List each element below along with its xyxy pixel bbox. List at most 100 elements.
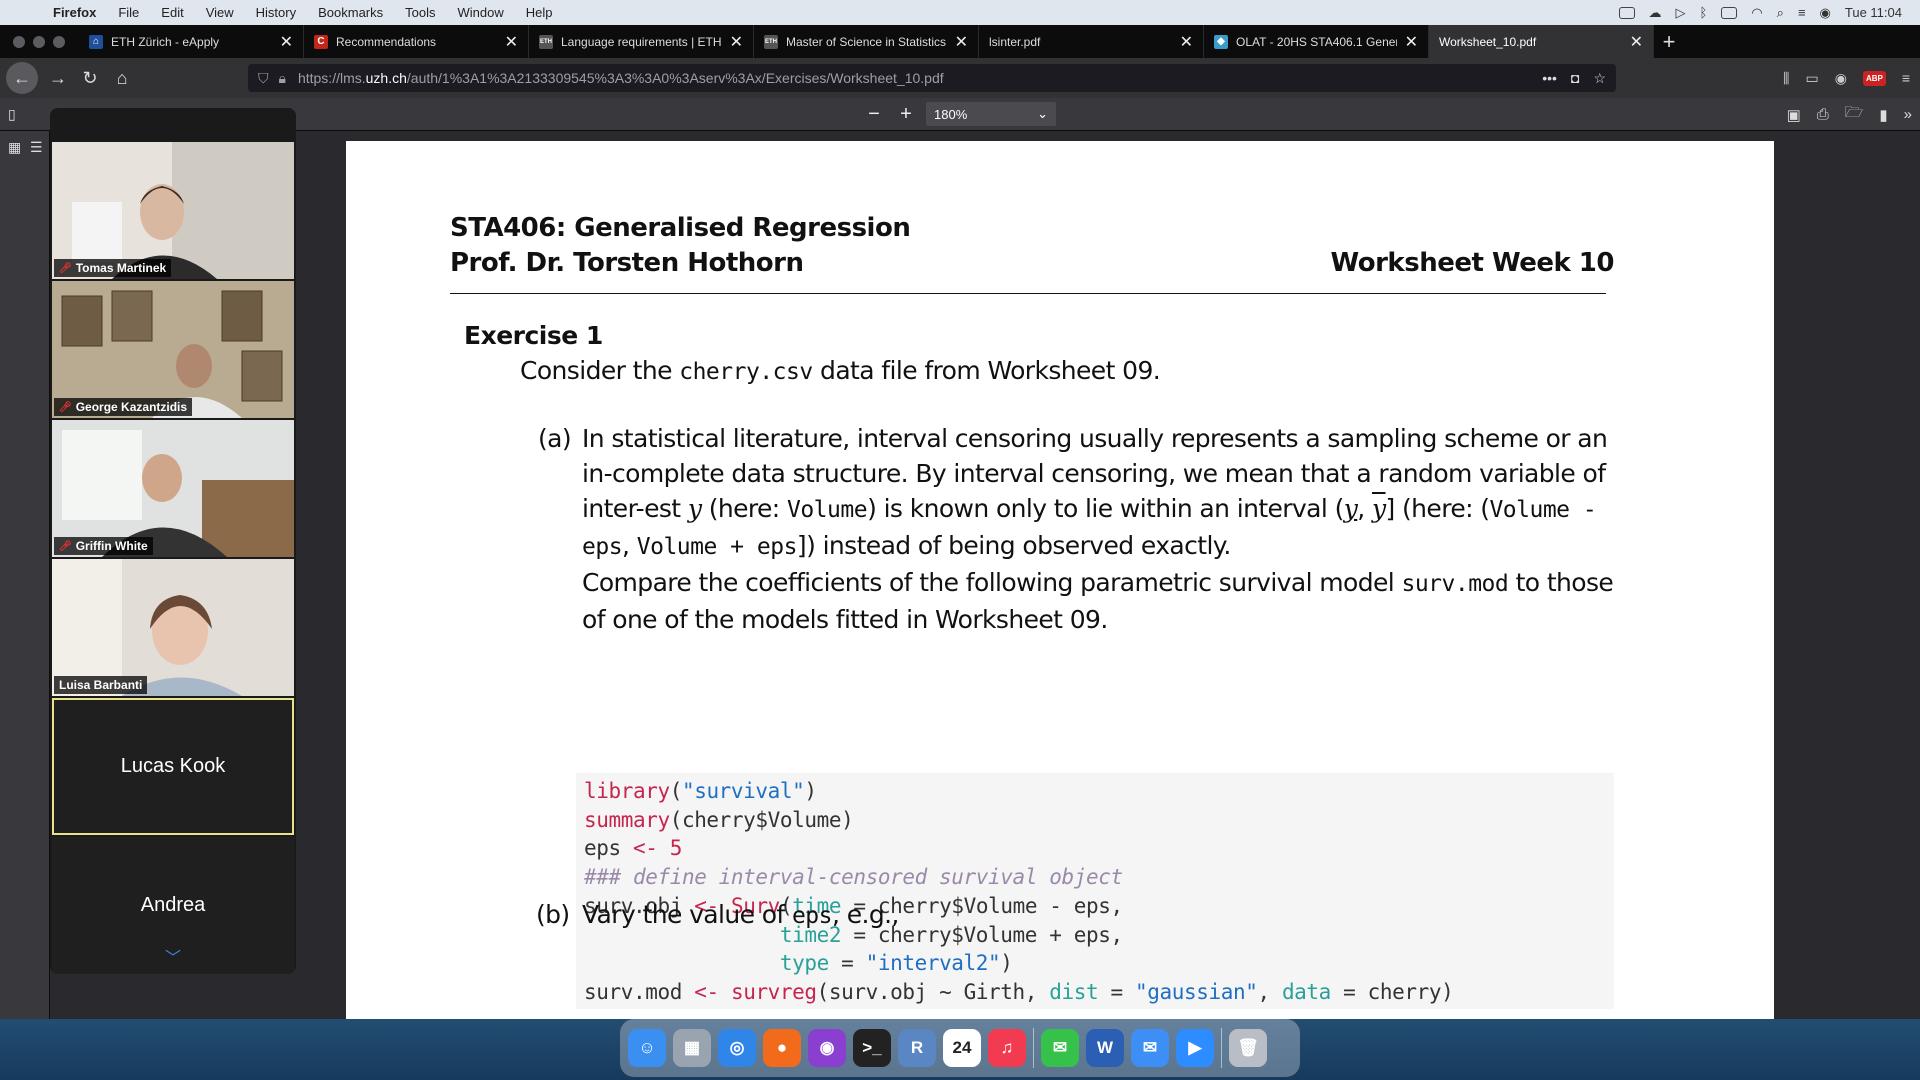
- tab-olat[interactable]: ◆ OLAT - 20HS STA406.1 General ✕: [1204, 25, 1429, 58]
- sidebar-toggle-icon[interactable]: ▯: [8, 106, 16, 123]
- siri-icon[interactable]: ◉: [1820, 5, 1831, 21]
- zoom-panel-topbar[interactable]: [50, 108, 296, 142]
- minimize-window-button[interactable]: [33, 35, 45, 48]
- menu-view[interactable]: View: [195, 5, 245, 20]
- close-tab-icon[interactable]: ✕: [1405, 32, 1418, 52]
- menu-help[interactable]: Help: [515, 5, 564, 20]
- thumbnail-sidebar: ▦ ☰: [0, 131, 50, 1019]
- zoom-out-button[interactable]: −: [862, 102, 886, 126]
- menu-history[interactable]: History: [245, 5, 307, 20]
- recommendations-favicon-icon: C: [314, 34, 328, 49]
- zoom-in-button[interactable]: +: [894, 102, 918, 126]
- home-button[interactable]: ⌂: [106, 62, 138, 94]
- dock-trash-icon[interactable]: 🗑: [1229, 1029, 1267, 1067]
- url-prefix: https://lms.: [297, 70, 366, 86]
- zoom-status-icon[interactable]: [1618, 6, 1635, 19]
- close-window-button[interactable]: [13, 35, 25, 48]
- close-tab-icon[interactable]: ✕: [955, 32, 968, 52]
- course-title: STA406: Generalised Regression: [450, 213, 911, 243]
- pdf-toolbar-right: ▣ ⎙ 🗁︎ ▮ »: [1787, 98, 1912, 131]
- menu-app-name[interactable]: Firefox: [42, 5, 107, 20]
- presentation-mode-icon[interactable]: ▣: [1787, 106, 1801, 124]
- library-icon[interactable]: ⫼: [1783, 70, 1789, 87]
- url-text[interactable]: https://lms.uzh.ch/auth/1%3A1%3A21333095…: [298, 70, 1542, 86]
- tab-lsinter-pdf[interactable]: lsinter.pdf ✕: [979, 25, 1204, 58]
- control-center-icon[interactable]: ≡: [1798, 5, 1806, 20]
- dock-firefox-icon[interactable]: ●: [763, 1029, 801, 1067]
- close-tab-icon[interactable]: ✕: [1180, 32, 1193, 52]
- spotlight-search-icon[interactable]: ⌕: [1777, 5, 1784, 21]
- thumbnails-icon[interactable]: ▦: [8, 139, 21, 156]
- tab-recommendations[interactable]: C Recommendations ✕: [304, 25, 529, 58]
- menu-bookmarks[interactable]: Bookmarks: [307, 5, 394, 20]
- participant-tile-lucas[interactable]: Lucas Kook: [52, 698, 294, 835]
- dock-podcasts-icon[interactable]: ◉: [808, 1029, 846, 1067]
- dock-launchpad-icon[interactable]: ▦: [673, 1029, 711, 1067]
- scroll-down-chevron-icon[interactable]: ﹀: [50, 944, 296, 968]
- dock-messages-icon[interactable]: ✉: [1041, 1029, 1079, 1067]
- tab-language-requirements[interactable]: ETH Language requirements | ETH Z ✕: [529, 25, 754, 58]
- tools-menu-icon[interactable]: »: [1904, 106, 1912, 123]
- cloud-icon[interactable]: ☁: [1649, 5, 1662, 21]
- outline-icon[interactable]: ☰: [30, 139, 43, 156]
- dock-separator: [1221, 1028, 1222, 1068]
- maximize-window-button[interactable]: [53, 35, 65, 48]
- dock-word-icon[interactable]: W: [1086, 1029, 1124, 1067]
- participant-name-tag: 🎤︎ Tomas Martinek: [54, 259, 172, 277]
- menu-file[interactable]: File: [107, 5, 150, 20]
- dock-r-icon[interactable]: R: [898, 1029, 936, 1067]
- lock-icon[interactable]: 🔒︎: [279, 70, 286, 87]
- chevron-down-icon: ⌄: [1037, 106, 1048, 121]
- adblock-plus-icon[interactable]: ABP: [1862, 70, 1886, 86]
- participant-video-george[interactable]: 🎤︎ George Kazantzidis: [52, 281, 294, 418]
- toolbar-right: ⫼ ▭ ◉ ABP ≡: [1783, 58, 1910, 98]
- menu-edit[interactable]: Edit: [150, 5, 194, 20]
- muted-mic-icon: 🎤︎: [59, 401, 72, 413]
- dock-safari-icon[interactable]: ◎: [718, 1029, 756, 1067]
- battery-icon[interactable]: [1721, 6, 1738, 19]
- dock-zoom-icon[interactable]: ▶: [1176, 1029, 1214, 1067]
- sidebars-icon[interactable]: ▭: [1805, 70, 1818, 87]
- close-tab-icon[interactable]: ✕: [1630, 32, 1643, 52]
- play-icon[interactable]: ▷: [1676, 5, 1686, 21]
- reload-button[interactable]: ↻: [74, 62, 106, 94]
- code-block-survival: library("survival") summary(cherry$Volum…: [576, 773, 1614, 1009]
- address-bar[interactable]: ⛉ 🔒︎ https://lms.uzh.ch/auth/1%3A1%3A213…: [248, 64, 1616, 92]
- pocket-icon[interactable]: ◘: [1571, 70, 1579, 87]
- tab-eth-eapply[interactable]: ⌂ ETH Zürich - eApply ✕: [79, 25, 304, 58]
- close-tab-icon[interactable]: ✕: [280, 32, 293, 52]
- close-tab-icon[interactable]: ✕: [730, 32, 743, 52]
- participant-video-tomas[interactable]: 🎤︎ Tomas Martinek: [52, 142, 294, 279]
- zoom-controls: − + 180% ⌄: [862, 102, 1056, 126]
- dock-terminal-icon[interactable]: >_: [853, 1029, 891, 1067]
- tab-master-statistics[interactable]: ETH Master of Science in Statistics ✕: [754, 25, 979, 58]
- menu-window[interactable]: Window: [447, 5, 515, 20]
- bookmark-icon[interactable]: ▮: [1879, 106, 1887, 124]
- menu-tools[interactable]: Tools: [394, 5, 446, 20]
- dock-mail-icon[interactable]: ✉: [1131, 1029, 1169, 1067]
- dock-finder-icon[interactable]: ☺: [628, 1029, 666, 1067]
- bluetooth-icon[interactable]: ᛒ: [1700, 5, 1708, 20]
- new-tab-button[interactable]: +: [1654, 25, 1684, 58]
- close-tab-icon[interactable]: ✕: [505, 32, 518, 52]
- participant-video-griffin[interactable]: 🎤︎ Griffin White: [52, 420, 294, 557]
- save-icon[interactable]: 🗁︎: [1845, 102, 1864, 127]
- part-b-text: Vary the value of eps, e.g.,: [582, 897, 899, 934]
- zoom-select[interactable]: 180% ⌄: [926, 102, 1056, 126]
- hamburger-menu-icon[interactable]: ≡: [1902, 70, 1910, 86]
- wifi-icon[interactable]: ◠: [1751, 5, 1762, 21]
- participant-video-luisa[interactable]: Luisa Barbanti: [52, 559, 294, 696]
- dock-calendar-icon[interactable]: 24: [943, 1029, 981, 1067]
- forward-button[interactable]: →: [42, 62, 74, 94]
- back-button[interactable]: ←: [6, 62, 38, 94]
- bookmark-star-icon[interactable]: ☆: [1593, 70, 1606, 87]
- page-actions-icon[interactable]: •••: [1542, 70, 1557, 87]
- menubar-clock[interactable]: Tue 11:04: [1845, 5, 1902, 20]
- account-icon[interactable]: ◉: [1835, 70, 1847, 87]
- participant-name-tag: 🎤︎ Griffin White: [54, 537, 153, 555]
- tab-worksheet-10[interactable]: Worksheet_10.pdf ✕: [1429, 25, 1654, 58]
- dock-music-icon[interactable]: ♫: [988, 1029, 1026, 1067]
- tracking-shield-icon[interactable]: ⛉: [258, 70, 269, 87]
- print-icon[interactable]: ⎙: [1817, 106, 1829, 123]
- participant-name: George Kazantzidis: [75, 400, 188, 414]
